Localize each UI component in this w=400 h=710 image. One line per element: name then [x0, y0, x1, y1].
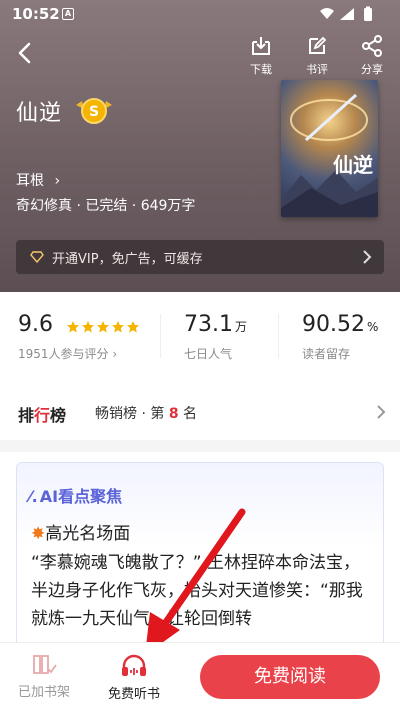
- cover-title: 仙逆: [333, 153, 373, 177]
- star-icon: [97, 320, 110, 332]
- s-rank-badge-icon: S: [72, 95, 116, 127]
- popularity-value: 73.1: [184, 312, 233, 337]
- status-bar: 10:52 A: [0, 0, 400, 28]
- title-row: 仙逆 S: [16, 95, 116, 127]
- star-icon: [67, 320, 80, 332]
- rank-detail: 畅销榜 · 第 8 名: [95, 406, 198, 422]
- read-button[interactable]: 免费阅读: [200, 655, 380, 699]
- s-badge-letter: S: [89, 104, 99, 120]
- book-cover[interactable]: 仙逆: [281, 80, 378, 217]
- highlight-excerpt: “李慕婉魂飞魄散了？” 王林捏碎本命法宝，半边身子化作飞灰，抬头对天道惨笑：“那…: [31, 553, 363, 629]
- chevron-right-icon: [376, 404, 386, 424]
- status-icons: [318, 5, 388, 27]
- rank-label: 排行榜: [18, 406, 67, 425]
- rank-position: 8: [168, 406, 179, 422]
- share-icon: [362, 35, 382, 57]
- popularity-stat: 73.1 万 七日人气: [184, 312, 247, 362]
- back-button[interactable]: [12, 40, 38, 66]
- edit-icon: [309, 36, 327, 54]
- retention-unit: %: [366, 320, 379, 334]
- signal-icon: [340, 8, 354, 20]
- sim-icon: A: [62, 8, 74, 20]
- ai-title: ⁄. AI看点聚焦: [29, 487, 123, 506]
- review-button[interactable]: 书评: [297, 34, 337, 77]
- rating-value: 9.6: [18, 312, 53, 337]
- bookshelf-icon: [33, 655, 57, 674]
- highlight-title: ✸高光名场面: [31, 524, 131, 544]
- status-time: 10:52: [12, 5, 60, 23]
- headphones-icon: [122, 654, 146, 676]
- stats-row: 9.6 1951人参与评分 › 73.1 万 七日人气 90.52% 读者留存: [0, 292, 400, 372]
- divider: [160, 314, 161, 358]
- rating-count: 1951人参与评分: [18, 347, 109, 361]
- author-name: 耳根: [16, 173, 44, 189]
- chevron-right-icon: [362, 249, 372, 269]
- popularity-unit: 万: [234, 320, 247, 334]
- retention-stat: 90.52% 读者留存: [302, 312, 378, 362]
- ai-icon: ⁄.: [29, 487, 38, 506]
- download-button[interactable]: 下载: [241, 34, 281, 77]
- explosion-icon: ✸: [31, 524, 46, 544]
- diamond-icon: [30, 251, 44, 263]
- share-button[interactable]: 分享: [352, 34, 392, 77]
- book-title: 仙逆: [16, 101, 63, 126]
- back-arrow-icon: [18, 42, 31, 64]
- download-label: 下载: [250, 63, 272, 76]
- retention-label: 读者留存: [302, 347, 351, 361]
- chevron-right-icon: ›: [112, 347, 118, 361]
- rating-stat[interactable]: 9.6 1951人参与评分 ›: [18, 312, 140, 362]
- chevron-right-icon: ›: [54, 173, 61, 189]
- star-icon: [112, 320, 125, 332]
- book-meta: 奇幻修真 · 已完结 · 649万字: [16, 198, 196, 214]
- share-label: 分享: [361, 63, 383, 76]
- shelf-label: 已加书架: [17, 685, 70, 700]
- rating-stars: [66, 320, 140, 334]
- vip-text: 开通VIP，免广告，可缓存: [52, 251, 203, 267]
- popularity-label: 七日人气: [184, 347, 233, 361]
- ai-highlights-card[interactable]: ⁄. AI看点聚焦 ✸高光名场面 “李慕婉魂飞魄散了？” 王林捏碎本命法宝，半边身…: [16, 462, 384, 672]
- review-label: 书评: [306, 63, 328, 76]
- rank-row[interactable]: 排行榜 畅销榜 · 第 8 名: [0, 390, 400, 434]
- retention-value: 90.52: [302, 312, 365, 337]
- star-icon: [82, 320, 95, 332]
- divider: [278, 314, 279, 358]
- download-icon: [252, 37, 270, 55]
- listen-button[interactable]: 免费听书: [94, 653, 174, 702]
- section-gap: [0, 440, 400, 452]
- wifi-icon: [320, 8, 334, 19]
- bottom-action-bar: 已加书架 免费听书 免费阅读: [0, 642, 400, 710]
- battery-icon: [364, 8, 372, 21]
- add-to-shelf-button[interactable]: 已加书架: [4, 653, 84, 700]
- vip-banner[interactable]: 开通VIP，免广告，可缓存: [16, 240, 384, 274]
- author-link[interactable]: 耳根 ›: [16, 170, 60, 190]
- listen-label: 免费听书: [107, 687, 160, 702]
- star-icon: [127, 320, 140, 332]
